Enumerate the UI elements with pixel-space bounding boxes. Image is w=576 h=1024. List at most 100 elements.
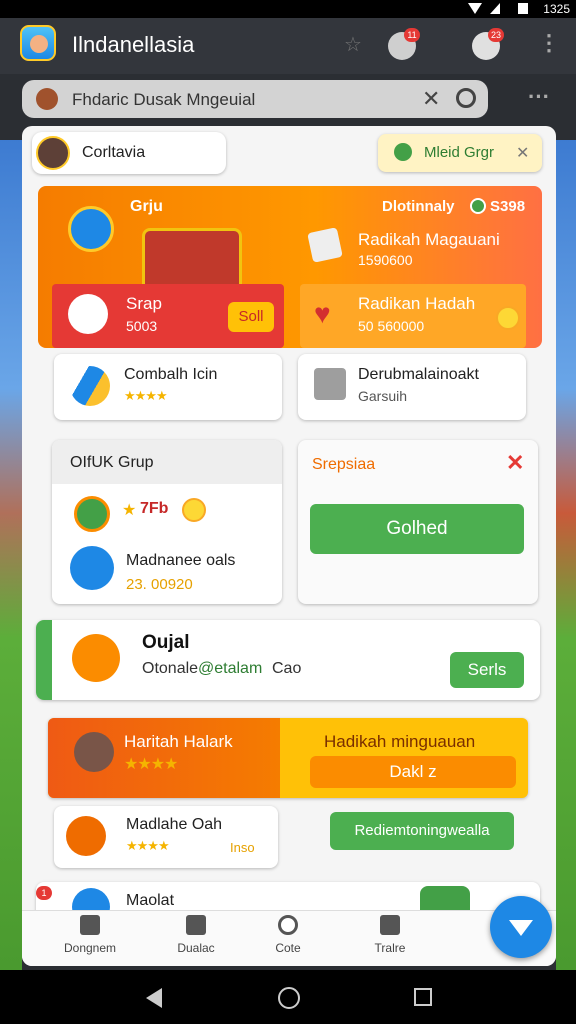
quest-title: Oujal bbox=[142, 632, 190, 653]
coin-icon bbox=[496, 306, 520, 330]
nav-label: Dualac bbox=[177, 941, 215, 955]
sell-button[interactable]: Soll bbox=[228, 302, 274, 332]
system-nav bbox=[0, 970, 576, 1024]
bottom-item-title: Maolat bbox=[126, 892, 175, 909]
hero-left-title: Srap bbox=[126, 294, 162, 313]
background-left bbox=[0, 140, 22, 970]
notifications-badge-icon: 23 bbox=[488, 28, 504, 42]
close-icon[interactable]: ✕ bbox=[506, 450, 524, 476]
search-icon[interactable] bbox=[456, 88, 476, 108]
mascot-icon bbox=[72, 634, 120, 682]
coin-icon bbox=[470, 198, 486, 214]
hero-right-sub: 50 560000 bbox=[358, 318, 425, 334]
promo-tag: Inso bbox=[230, 840, 255, 855]
quest-card[interactable]: Oujal Otonale @etalam Cao Serls bbox=[36, 620, 540, 700]
nav-label: Tralre bbox=[374, 941, 406, 955]
person-avatar bbox=[70, 546, 114, 590]
person-name: Madnanee oals bbox=[126, 552, 236, 569]
search-input[interactable]: Fhdaric Dusak Mngeuial bbox=[72, 90, 255, 110]
quest-accent bbox=[36, 620, 52, 700]
star-icon[interactable]: ☆ bbox=[344, 32, 362, 57]
box-icon bbox=[314, 368, 346, 400]
profile-name: Corltavia bbox=[82, 144, 146, 161]
group-card-title: OIfUK Grup bbox=[70, 454, 154, 471]
quest-sub-green: @etalam bbox=[198, 660, 263, 677]
box-card-title: Derubmalainoakt bbox=[358, 366, 479, 383]
reward-banner[interactable]: Haritah Halark ★★★★ Hadikah minguauan Da… bbox=[48, 718, 528, 798]
stars-value: 7Fb bbox=[140, 500, 169, 517]
quest-button[interactable]: Serls bbox=[450, 652, 524, 688]
hero-sub-2: 1590600 bbox=[358, 252, 413, 268]
status-bar: 1325 bbox=[0, 0, 576, 18]
dice-icon bbox=[307, 227, 343, 263]
daily-count: S398 bbox=[490, 198, 526, 215]
chart-icon bbox=[380, 915, 400, 935]
promo-title: Madlahe Oah bbox=[126, 816, 223, 833]
hero-banner[interactable]: Grju Dlotinnaly S398 Radikah Magauani 15… bbox=[38, 186, 542, 348]
profile-chip[interactable]: Corltavia bbox=[32, 132, 226, 174]
group-icon bbox=[394, 143, 412, 161]
signal-icon bbox=[490, 3, 500, 14]
fab-button[interactable] bbox=[490, 896, 552, 958]
wifi-icon bbox=[468, 3, 482, 14]
clear-icon[interactable]: ✕ bbox=[422, 86, 440, 112]
rating-stars: ★★★★ bbox=[126, 838, 170, 853]
promo-card[interactable]: Madlahe Oah ★★★★ Inso bbox=[54, 806, 278, 868]
reward-right-title: Hadikah minguauan bbox=[324, 732, 476, 751]
nav-label: Cote bbox=[275, 941, 301, 955]
nav-stats[interactable]: Tralre bbox=[350, 915, 430, 955]
redeem-button[interactable]: Rediemtoningwealla bbox=[330, 812, 514, 850]
app-logo[interactable] bbox=[20, 25, 56, 61]
group-tag[interactable]: Mleid Grgr ✕ bbox=[378, 134, 542, 172]
reward-button[interactable]: Dakl z bbox=[310, 756, 516, 788]
search-bar[interactable]: Fhdaric Dusak Mngeuial ✕ bbox=[22, 80, 488, 118]
home-button-icon[interactable] bbox=[278, 987, 300, 1009]
ball-card[interactable]: Combalh Icin ★★★★ bbox=[54, 354, 282, 420]
main-panel: Corltavia Mleid Grgr ✕ Grju Dlotinnaly S… bbox=[22, 126, 556, 966]
side-card-title: Srepsiaa bbox=[312, 456, 376, 473]
box-card-sub: Garsuih bbox=[358, 388, 408, 404]
quest-sub-prefix: Otonale bbox=[142, 660, 199, 677]
box-card[interactable]: Derubmalainoakt Garsuih bbox=[298, 354, 526, 420]
rating-stars: ★★★★ bbox=[124, 388, 168, 403]
medal-icon bbox=[68, 206, 114, 252]
bottom-item-badge-icon: 1 bbox=[36, 886, 52, 900]
coin-icon bbox=[182, 498, 206, 522]
hero-right-title: Radikan Hadah bbox=[358, 294, 476, 313]
nav-center[interactable]: Cote bbox=[248, 915, 328, 955]
battery-icon bbox=[518, 3, 528, 14]
target-icon bbox=[278, 915, 298, 935]
heart-icon: ♥ bbox=[314, 298, 331, 329]
back-icon[interactable] bbox=[146, 988, 162, 1008]
messages-badge-icon: 11 bbox=[404, 28, 420, 42]
down-arrow-icon bbox=[509, 920, 533, 936]
group-tag-label: Mleid Grgr bbox=[424, 144, 495, 161]
ball-icon bbox=[74, 496, 110, 532]
cake-icon bbox=[68, 294, 108, 334]
group-card[interactable]: OIfUK Grup ★ 7Fb Madnanee oals 23. 00920 bbox=[52, 440, 282, 604]
app-bar: Ilndanellasia ☆ 11 23 ⋮ bbox=[0, 18, 576, 74]
claim-button[interactable]: Golhed bbox=[310, 504, 524, 554]
hero-left-box[interactable]: Srap 5003 Soll bbox=[52, 284, 284, 348]
side-card[interactable]: Srepsiaa ✕ Golhed bbox=[298, 440, 538, 604]
hero-right-box[interactable]: ♥ Radikan Hadah 50 560000 bbox=[300, 284, 526, 348]
nav-home[interactable]: Dongnem bbox=[50, 915, 130, 955]
ball-icon bbox=[70, 366, 110, 406]
person-value: 23. 00920 bbox=[126, 576, 193, 593]
more-icon[interactable]: ··· bbox=[528, 84, 550, 110]
close-icon[interactable]: ✕ bbox=[516, 143, 529, 163]
toy-icon bbox=[66, 816, 106, 856]
app-title: Ilndanellasia bbox=[72, 32, 195, 57]
bottom-nav: Dongnem Dualac Cote Tralre bbox=[22, 910, 556, 966]
clock: 1325 bbox=[543, 2, 570, 16]
pet-icon bbox=[74, 732, 114, 772]
nav-label: Dongnem bbox=[63, 941, 117, 955]
overflow-menu-icon[interactable]: ⋮ bbox=[538, 30, 560, 56]
quest-sub-suffix: Cao bbox=[272, 660, 302, 677]
search-avatar bbox=[36, 88, 58, 110]
recents-icon[interactable] bbox=[414, 988, 432, 1006]
hero-title: Grju bbox=[130, 198, 163, 215]
avatar bbox=[36, 136, 70, 170]
nav-docs[interactable]: Dualac bbox=[156, 915, 236, 955]
document-icon bbox=[186, 915, 206, 935]
